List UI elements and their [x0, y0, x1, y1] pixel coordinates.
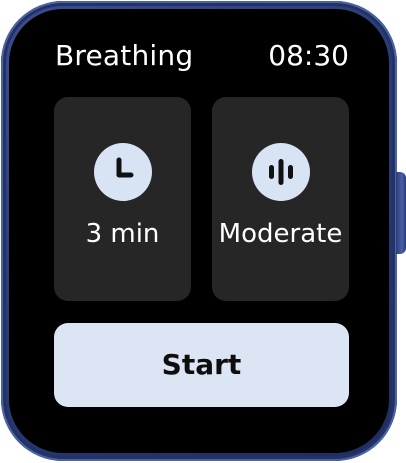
- intensity-option-tile[interactable]: Moderate: [212, 97, 349, 301]
- intensity-bars-icon: [251, 143, 310, 201]
- duration-option-tile[interactable]: 3 min: [54, 97, 191, 301]
- duration-label: 3 min: [85, 219, 160, 249]
- clock-time: 08:30: [268, 39, 349, 72]
- watch-screen: Breathing 08:30 3 min Moderate Start: [9, 9, 389, 453]
- clock-icon: [93, 143, 152, 201]
- smartwatch: Breathing 08:30 3 min Moderate Start: [0, 0, 406, 463]
- start-button[interactable]: Start: [54, 323, 349, 407]
- page-title: Breathing: [55, 39, 194, 72]
- side-button[interactable]: [396, 172, 406, 254]
- intensity-label: Moderate: [218, 219, 343, 249]
